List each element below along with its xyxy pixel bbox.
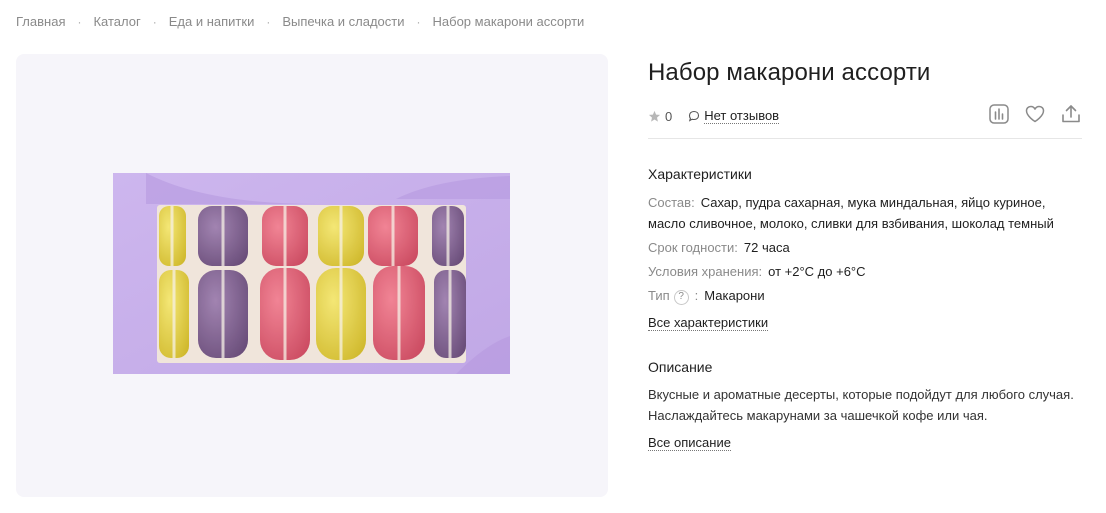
share-icon	[1062, 105, 1080, 123]
product-actions	[988, 103, 1082, 125]
spec-key: Состав	[648, 195, 692, 210]
share-button[interactable]	[1060, 103, 1082, 125]
breadcrumb: Главная · Каталог · Еда и напитки · Выпе…	[16, 14, 584, 29]
spec-key: Срок годности	[648, 240, 735, 255]
all-description-link[interactable]: Все описание	[648, 435, 731, 451]
rating-value: 0	[665, 108, 673, 124]
star-icon	[648, 110, 661, 122]
breadcrumb-catalog[interactable]: Каталог	[93, 14, 140, 29]
specs-list: Состав: Сахар, пудра сахарная, мука минда…	[648, 191, 1082, 308]
help-icon[interactable]: ?	[673, 289, 689, 305]
breadcrumb-food[interactable]: Еда и напитки	[169, 14, 255, 29]
product-title: Набор макарони ассорти	[648, 59, 931, 86]
heart-icon	[1025, 105, 1045, 123]
product-info: Набор макарони ассорти 0 Нет отзывов Хар…	[648, 54, 1082, 452]
breadcrumb-separator: ·	[266, 14, 271, 29]
product-gallery[interactable]	[16, 54, 608, 497]
spec-key: Условия хранения	[648, 264, 759, 279]
spec-value: от +2°C до +6°C	[768, 264, 866, 279]
product-meta: 0 Нет отзывов	[648, 99, 1082, 133]
breadcrumb-current: Набор макарони ассорти	[432, 14, 585, 29]
breadcrumb-bakery[interactable]: Выпечка и сладости	[282, 14, 404, 29]
compare-chart-icon	[989, 104, 1009, 124]
spec-row: Срок годности: 72 часа	[648, 240, 790, 255]
breadcrumb-separator: ·	[416, 14, 421, 29]
reviews-link[interactable]: Нет отзывов	[688, 108, 780, 124]
breadcrumb-separator: ·	[152, 14, 157, 29]
all-specs-link[interactable]: Все характеристики	[648, 315, 769, 331]
comment-icon	[689, 110, 700, 122]
breadcrumb-home[interactable]: Главная	[16, 14, 65, 29]
description-heading: Описание	[648, 359, 713, 375]
spec-row: Тип?: Макарони	[648, 288, 765, 305]
favorite-button[interactable]	[1024, 103, 1046, 125]
spec-row: Условия хранения: от +2°C до +6°C	[648, 264, 866, 279]
spec-value: Макарони	[704, 288, 765, 303]
rating[interactable]: 0	[648, 109, 672, 124]
spec-value: Сахар, пудра сахарная, мука миндальная, …	[648, 195, 1054, 231]
breadcrumb-separator: ·	[77, 14, 82, 29]
reviews-label: Нет отзывов	[704, 108, 780, 124]
product-image	[113, 173, 510, 374]
spec-key: Тип	[648, 288, 670, 303]
divider	[648, 138, 1082, 139]
specs-heading: Характеристики	[648, 166, 752, 182]
spec-value: 72 часа	[743, 240, 790, 255]
spec-row: Состав: Сахар, пудра сахарная, мука минда…	[648, 195, 1054, 231]
description-text: Вкусные и ароматные десерты, которые под…	[648, 387, 1074, 423]
compare-button[interactable]	[988, 103, 1010, 125]
